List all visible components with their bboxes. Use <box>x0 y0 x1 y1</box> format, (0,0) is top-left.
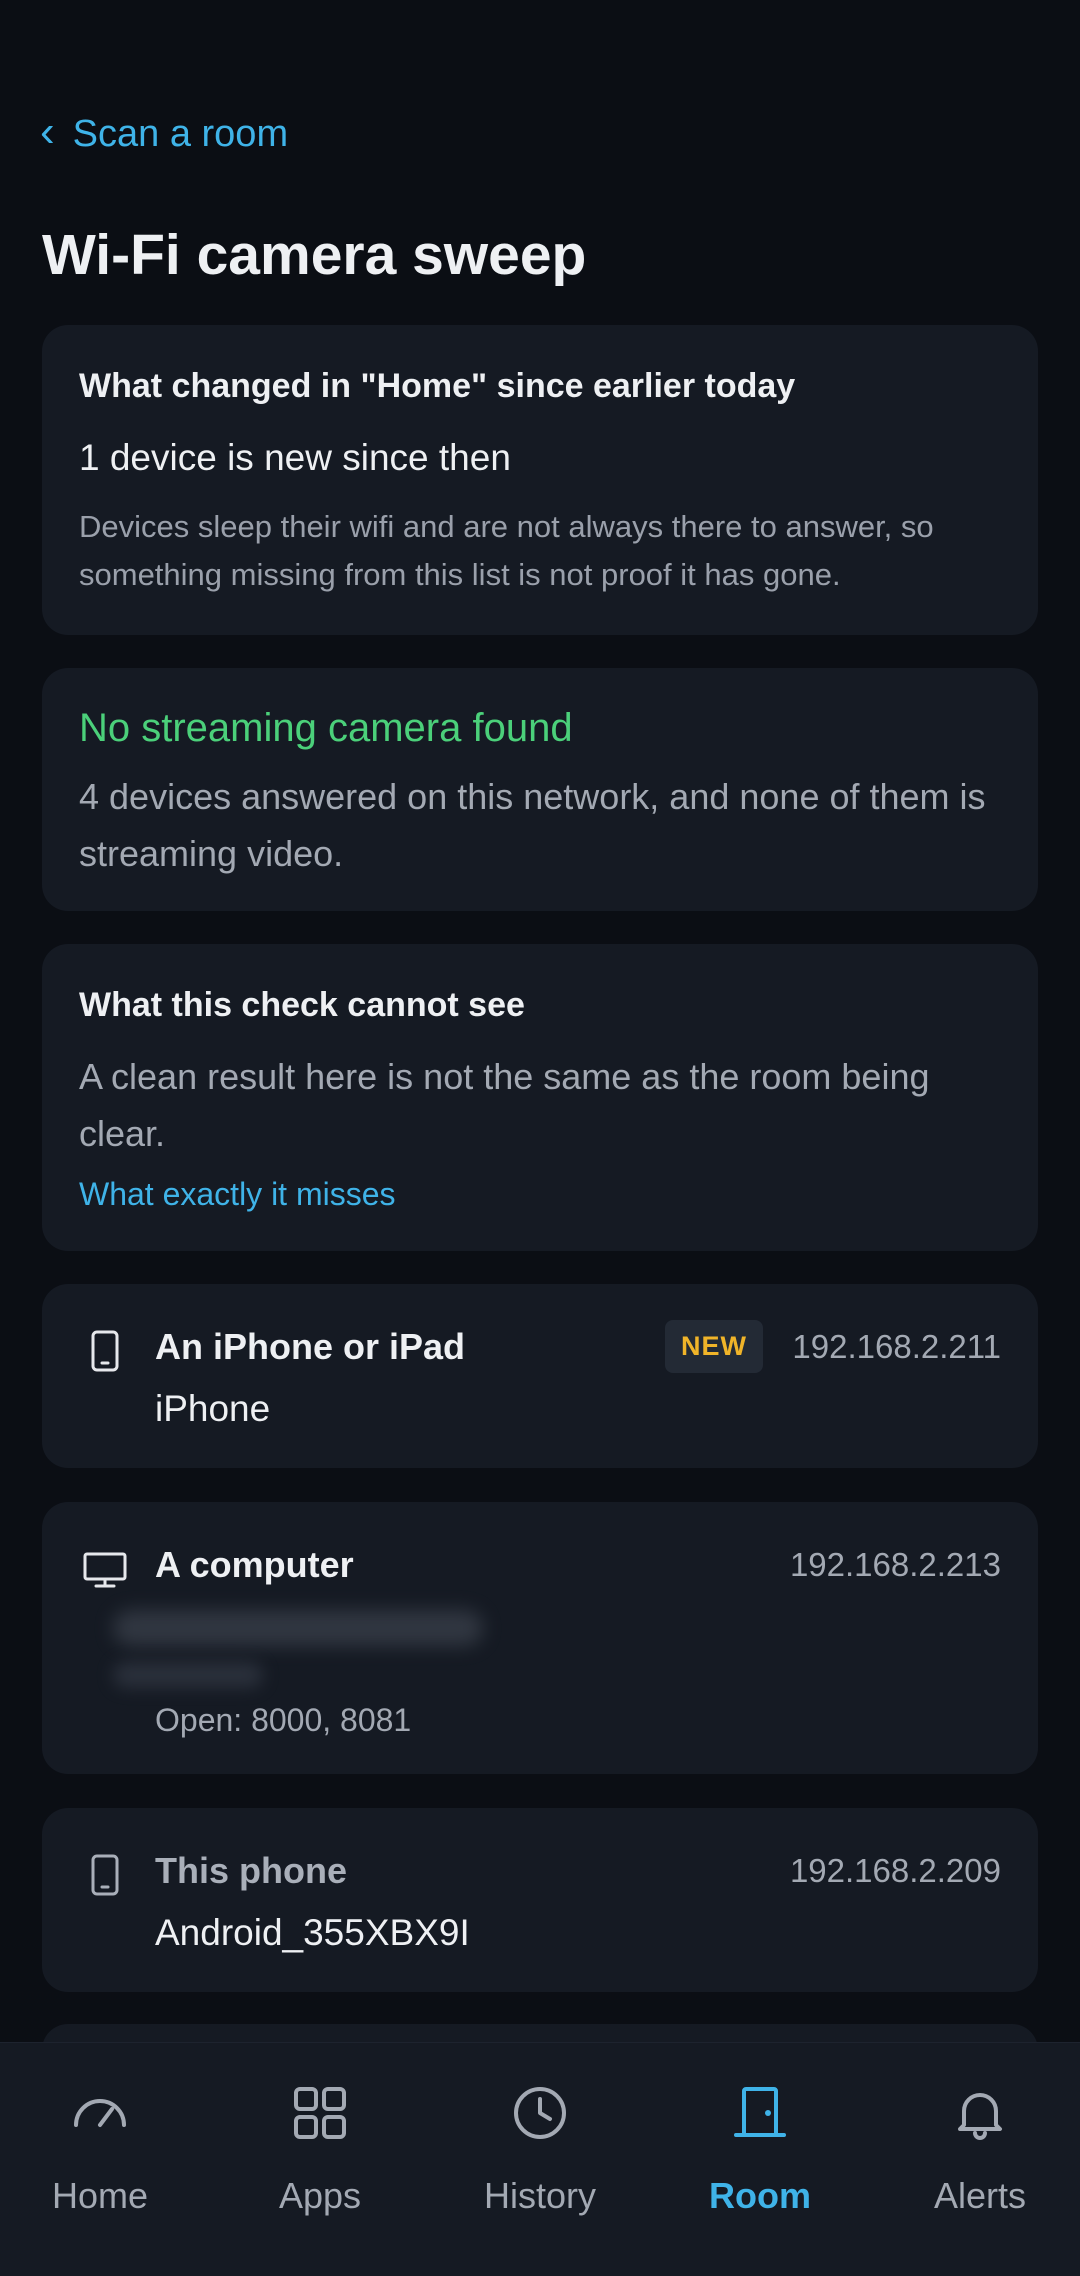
nav-item-history[interactable]: History <box>440 2083 640 2217</box>
limits-heading: What this check cannot see <box>79 986 525 1024</box>
new-badge: NEW <box>665 1320 763 1373</box>
clock-icon <box>514 2087 566 2139</box>
nav-item-room[interactable]: Room <box>660 2083 860 2217</box>
result-card: No streaming camera found 4 devices answ… <box>42 668 1038 911</box>
gauge-icon <box>74 2099 126 2127</box>
chevron-left-icon: ‹ <box>40 107 55 156</box>
back-link[interactable]: ‹ Scan a room <box>40 107 289 156</box>
nav-item-apps[interactable]: Apps <box>220 2083 420 2217</box>
limits-detail: A clean result here is not the same as t… <box>79 1056 930 1154</box>
device-ip: 192.168.2.211 <box>792 1328 1001 1365</box>
limits-card: What this check cannot see A clean resul… <box>42 944 1038 1251</box>
result-heading: No streaming camera found <box>79 706 573 750</box>
limits-link[interactable]: What exactly it misses <box>79 1176 396 1213</box>
device-name: An iPhone or iPad <box>155 1326 466 1367</box>
phone-icon <box>91 1330 119 1372</box>
device-card[interactable]: This phone Android_355XBX9I 192.168.2.20… <box>42 1808 1038 1992</box>
nav-label: Room <box>709 2175 811 2216</box>
device-subtitle: iPhone <box>155 1388 271 1429</box>
nav-item-alerts[interactable]: Alerts <box>880 2083 1080 2217</box>
bell-icon <box>958 2093 1002 2140</box>
device-ip: 192.168.2.209 <box>789 1852 1001 1889</box>
door-icon <box>734 2087 786 2137</box>
page-title: Wi-Fi camera sweep <box>42 223 587 287</box>
nav-item-home[interactable]: Home <box>0 2083 200 2217</box>
back-label: Scan a room <box>72 112 289 155</box>
changes-heading: What changed in "Home" since earlier tod… <box>79 367 796 405</box>
nav-label: Apps <box>278 2175 362 2216</box>
redacted-hostname <box>113 1610 483 1646</box>
phone-icon <box>91 1854 119 1896</box>
nav-label: History <box>483 2175 596 2216</box>
device-card[interactable]: An iPhone or iPad iPhone NEW 192.168.2.2… <box>42 1284 1038 1468</box>
device-ip: 192.168.2.213 <box>789 1546 1001 1583</box>
grid-icon <box>294 2087 346 2139</box>
result-detail: 4 devices answered on this network, and … <box>79 776 986 874</box>
changes-summary: 1 device is new since then <box>79 437 511 478</box>
redacted-detail <box>113 1662 263 1688</box>
changes-note: Devices sleep their wifi and are not alw… <box>79 509 934 592</box>
device-name: A computer <box>155 1544 354 1585</box>
computer-icon <box>83 1552 127 1588</box>
bottom-nav: Home Apps History Room Alerts <box>0 2042 1080 2276</box>
changes-card: What changed in "Home" since earlier tod… <box>42 325 1038 635</box>
nav-label: Home <box>51 2175 149 2216</box>
device-subtitle: Android_355XBX9I <box>155 1912 470 1953</box>
device-ports: Open: 8000, 8081 <box>155 1702 412 1738</box>
device-name: This phone <box>155 1850 347 1891</box>
nav-label: Alerts <box>933 2175 1027 2216</box>
